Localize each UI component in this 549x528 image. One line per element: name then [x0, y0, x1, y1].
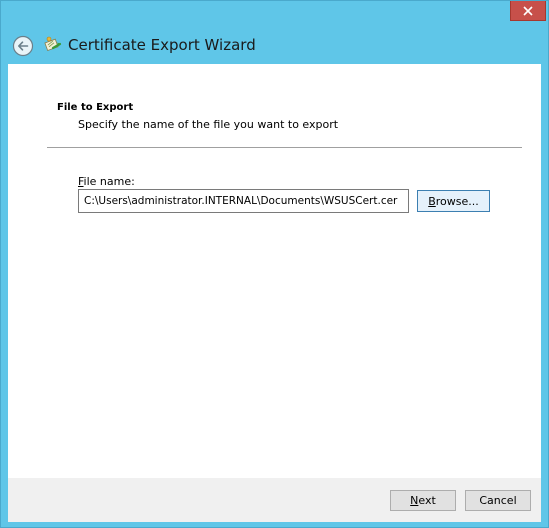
next-label: ext — [418, 494, 436, 507]
file-name-label-text: ile name: — [83, 175, 135, 188]
file-name-input[interactable] — [78, 189, 409, 213]
wizard-footer: Next Cancel — [8, 478, 541, 522]
close-button[interactable] — [510, 1, 546, 21]
next-button[interactable]: Next — [390, 490, 456, 511]
page-subheading: Specify the name of the file you want to… — [78, 118, 339, 131]
close-icon — [523, 5, 533, 16]
cancel-button[interactable]: Cancel — [465, 490, 531, 511]
wizard-content: File to Export Specify the name of the f… — [8, 64, 541, 478]
certificate-icon — [44, 36, 62, 51]
page-heading: File to Export — [57, 102, 134, 113]
cancel-label: Cancel — [479, 494, 517, 507]
next-mnemonic: N — [410, 494, 419, 507]
back-arrow-icon[interactable] — [12, 35, 34, 57]
browse-button[interactable]: Browse... — [417, 190, 490, 212]
divider — [47, 147, 522, 148]
browse-label: rowse... — [435, 194, 479, 208]
wizard-header: Certificate Export Wizard — [8, 28, 541, 64]
file-name-label: File name: — [78, 175, 135, 188]
browse-mnemonic: B — [428, 194, 436, 208]
wizard-window: Certificate Export Wizard File to Export… — [0, 0, 549, 528]
window-title: Certificate Export Wizard — [68, 36, 256, 54]
